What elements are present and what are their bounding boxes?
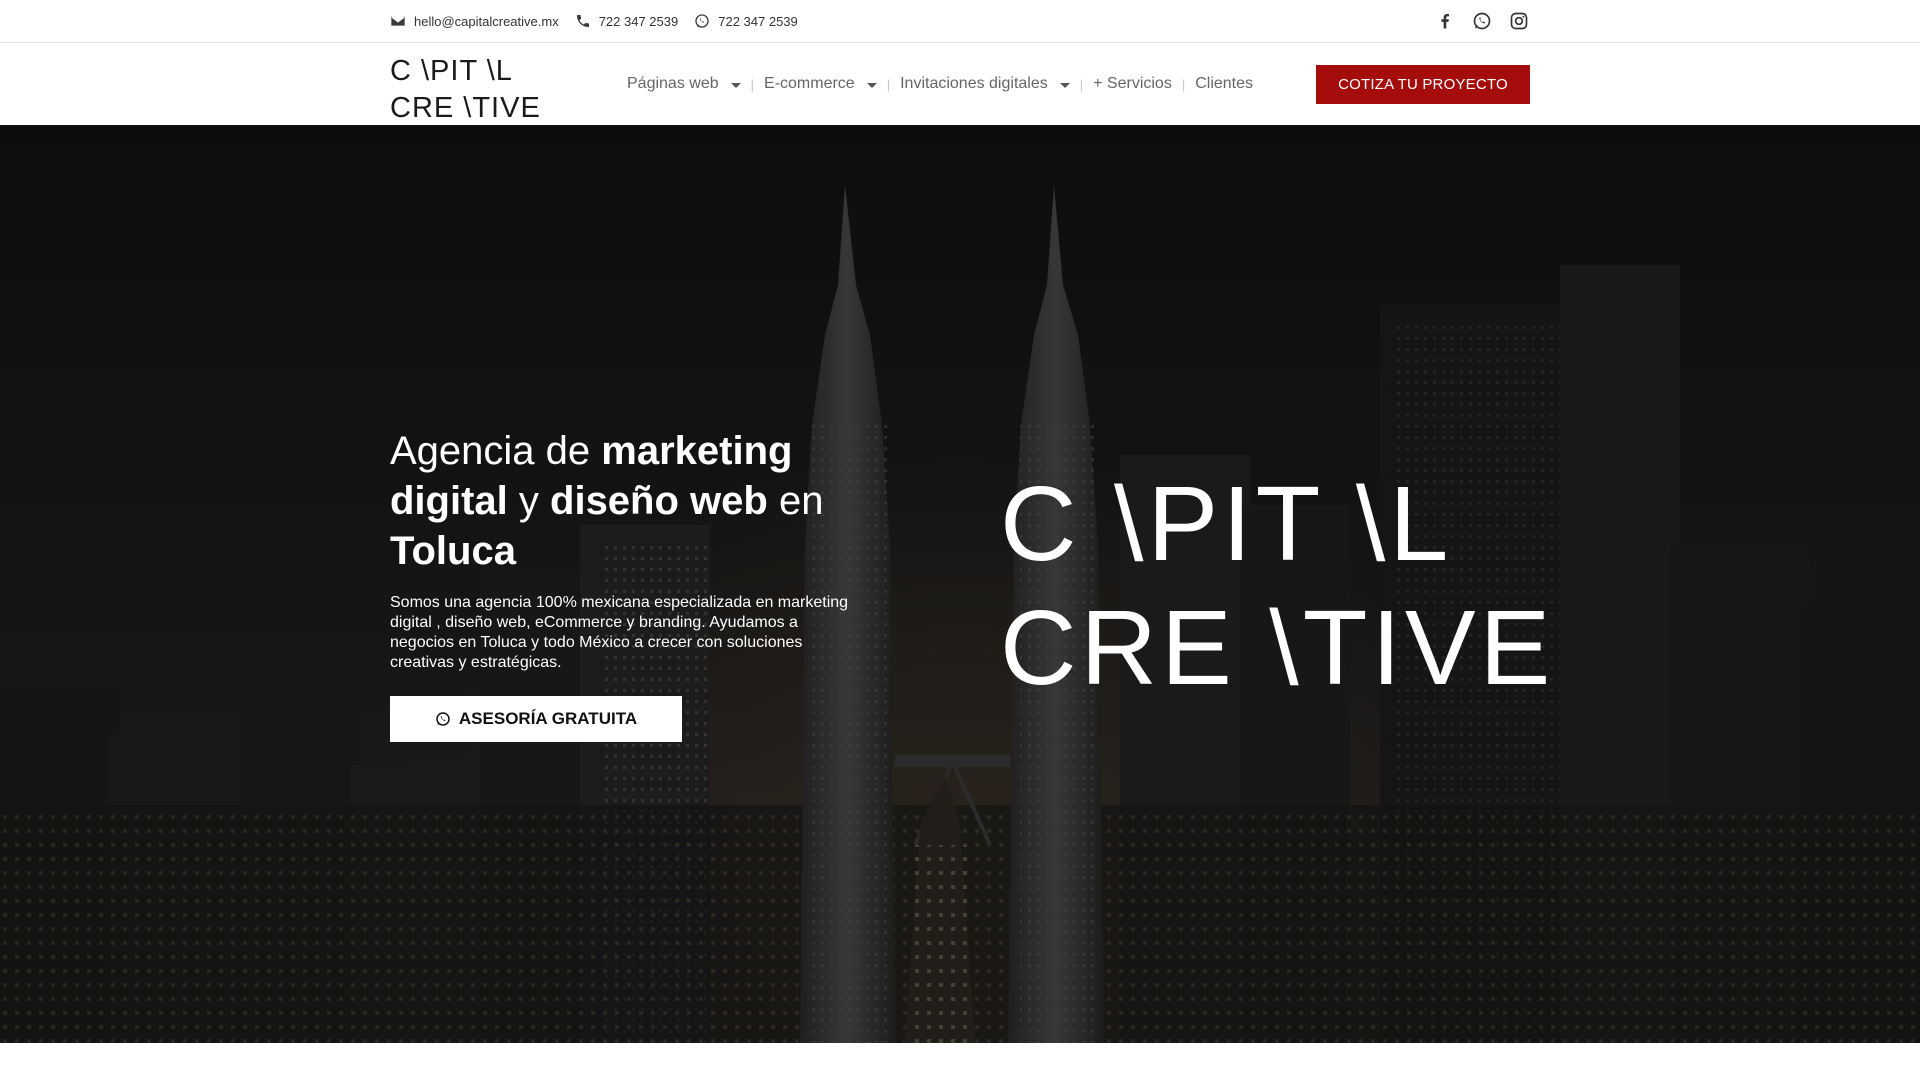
quote-project-button[interactable]: COTIZA TU PROYECTO xyxy=(1316,65,1530,104)
nav-separator: | xyxy=(1079,76,1084,92)
hero-brand-logo: C \PIT \L CRE \TIVE xyxy=(1000,462,1554,710)
social-links xyxy=(1435,0,1529,42)
headline-bold-toluca: Toluca xyxy=(390,529,516,573)
whatsapp-social-link[interactable] xyxy=(1472,11,1492,31)
nav-separator: | xyxy=(886,76,891,92)
brand-logo-line-1: C \PIT \L xyxy=(1000,465,1453,583)
headline-bold-diseno: diseño web xyxy=(550,479,768,523)
brand-logo-line-2: CRE \TIVE xyxy=(1000,589,1555,707)
top-bar: hello@capitalcreative.mx 722 347 2539 72… xyxy=(0,0,1920,43)
instagram-icon xyxy=(1510,12,1528,30)
nav-item-e-commerce[interactable]: E-commerce xyxy=(764,75,877,93)
hero-headline: Agencia de marketing digital y diseño we… xyxy=(390,426,890,576)
main-nav: Páginas web | E-commerce | Invitaciones … xyxy=(627,43,1253,125)
nav-label: Clientes xyxy=(1195,75,1254,92)
headline-text: Agencia de xyxy=(390,429,602,473)
email-text: hello@capitalcreative.mx xyxy=(414,13,559,29)
caret-down-icon xyxy=(1059,82,1070,88)
headline-text: y xyxy=(507,479,551,523)
nav-item-paginas-web[interactable]: Páginas web xyxy=(627,75,741,93)
whatsapp-icon xyxy=(436,712,450,726)
nav-label: E-commerce xyxy=(764,75,855,92)
envelope-icon xyxy=(391,16,405,26)
whatsapp-icon xyxy=(695,14,709,28)
facebook-link[interactable] xyxy=(1435,11,1455,31)
nav-label: + Servicios xyxy=(1093,75,1172,92)
hero-overlay xyxy=(0,125,1920,1043)
phone-link[interactable]: 722 347 2539 xyxy=(575,13,679,29)
whatsapp-icon xyxy=(1473,12,1491,30)
next-section xyxy=(0,1043,1920,1080)
nav-label: Páginas web xyxy=(627,75,719,92)
caret-down-icon xyxy=(730,82,741,88)
nav-separator: | xyxy=(750,76,755,92)
free-consultation-label: ASESORÍA GRATUITA xyxy=(458,709,638,728)
nav-label: Invitaciones digitales xyxy=(900,75,1048,92)
facebook-icon xyxy=(1441,14,1449,29)
hero-section: Agencia de marketing digital y diseño we… xyxy=(0,125,1920,1043)
whatsapp-link[interactable]: 722 347 2539 xyxy=(694,13,798,29)
logo-line-1: C \PIT \L xyxy=(390,55,513,87)
instagram-link[interactable] xyxy=(1509,11,1529,31)
caret-down-icon xyxy=(866,82,877,88)
contact-info: hello@capitalcreative.mx 722 347 2539 72… xyxy=(390,0,798,42)
nav-item-invitaciones-digitales[interactable]: Invitaciones digitales xyxy=(900,75,1070,93)
hero-description: Somos una agencia 100% mexicana especial… xyxy=(390,594,849,671)
phone-text: 722 347 2539 xyxy=(598,13,679,29)
nav-item-servicios[interactable]: + Servicios xyxy=(1093,75,1172,93)
logo[interactable]: C \PIT \L CRE \TIVE xyxy=(390,53,541,127)
nav-item-clientes[interactable]: Clientes xyxy=(1195,75,1253,93)
email-link[interactable]: hello@capitalcreative.mx xyxy=(390,13,559,29)
whatsapp-text: 722 347 2539 xyxy=(718,13,798,29)
main-header: C \PIT \L CRE \TIVE Páginas web | E-comm… xyxy=(0,43,1920,125)
free-consultation-button[interactable]: ASESORÍA GRATUITA xyxy=(390,696,682,742)
phone-icon xyxy=(576,15,589,27)
logo-line-2: CRE \TIVE xyxy=(390,92,541,124)
nav-separator: | xyxy=(1181,76,1186,92)
headline-text: en xyxy=(767,479,824,523)
